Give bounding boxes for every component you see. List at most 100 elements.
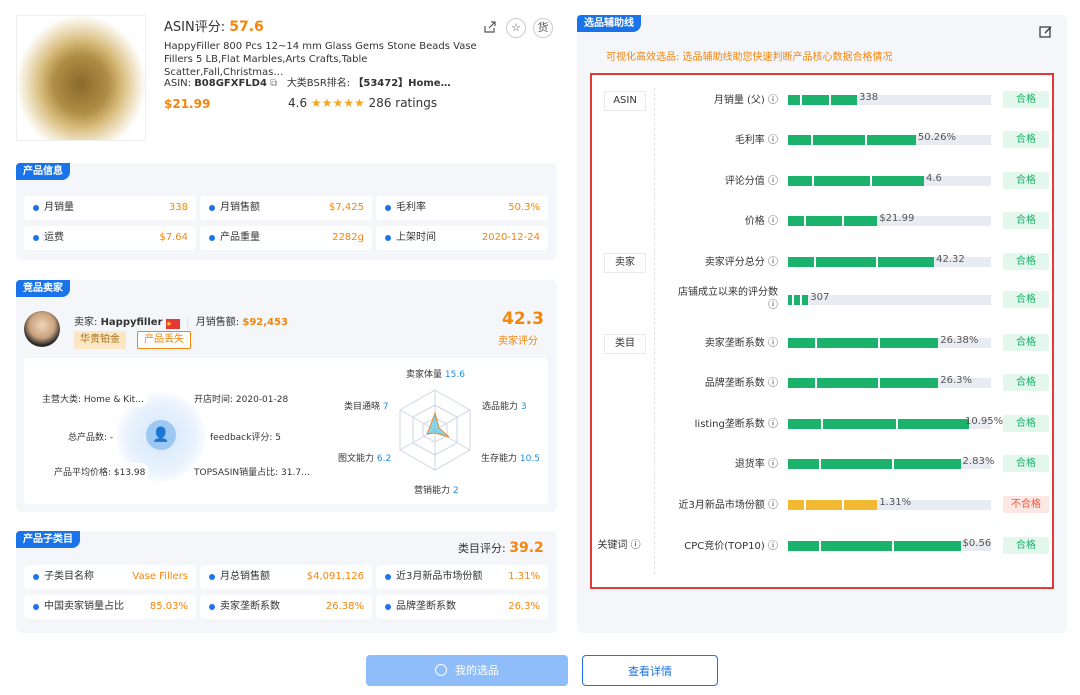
- info-label: 中国卖家销量占比: [44, 601, 124, 612]
- info-label: 品牌垄断系数: [396, 601, 456, 612]
- section-asin: ASIN: [604, 91, 646, 111]
- info-value: 338: [168, 202, 188, 213]
- asin-value: B08GFXFLD4: [194, 78, 267, 89]
- info-cell: 子类目名称 Vase Fillers: [24, 565, 196, 589]
- metric-value: 307: [810, 292, 830, 303]
- info-label: 上架时间: [396, 232, 436, 243]
- copy-icon[interactable]: ⧉: [270, 78, 277, 89]
- metric-track: [788, 459, 991, 469]
- share-icon[interactable]: [480, 18, 500, 38]
- seller-info-item: 总产品数: -: [64, 428, 118, 445]
- metric-status-badge: 合格: [1003, 172, 1049, 189]
- metric-tick: [819, 459, 821, 469]
- info-value: 26.38%: [325, 601, 364, 612]
- section-seller: 卖家: [604, 253, 646, 273]
- asin-row: ASIN: B08GFXFLD4 ⧉ 大类BSR排名: 【53472】Home…: [164, 78, 451, 89]
- metric-row: 价格 ⓘ $21.99 合格: [660, 209, 1050, 231]
- my-selection-button[interactable]: 我的选品: [366, 655, 568, 686]
- info-cell: 运费 $7.64: [24, 226, 196, 250]
- metric-tick: [896, 419, 898, 429]
- bullet-icon: [385, 574, 391, 580]
- info-value: 26.3%: [508, 601, 540, 612]
- metric-bar: [788, 216, 878, 226]
- rating-stars: ★★★★★: [310, 96, 365, 110]
- bullet-icon: [33, 574, 39, 580]
- info-cell: 月总销售额 $4,091,126: [200, 565, 372, 589]
- info-value: 85.03%: [149, 601, 188, 612]
- metric-status-badge: 不合格: [1003, 496, 1049, 513]
- selection-aid-tag: 选品辅助线: [577, 15, 641, 32]
- info-value: $7,425: [329, 202, 364, 213]
- info-label: 子类目名称: [44, 571, 94, 582]
- metric-value: 4.6: [926, 173, 942, 184]
- info-cell: 月销量 338: [24, 196, 196, 220]
- metric-value: $21.99: [879, 213, 915, 224]
- metric-row: 近3月新品市场份额 ⓘ 1.31% 不合格: [660, 493, 1050, 515]
- info-value: $7.64: [159, 232, 188, 243]
- bullet-icon: [33, 205, 39, 211]
- goods-icon[interactable]: 货: [533, 18, 553, 38]
- metric-row: CPC竞价(TOP10) ⓘ $0.56 合格: [660, 534, 1050, 556]
- seller-info-item: TOPSASIN销量占比: 31.7…: [190, 463, 315, 480]
- metric-tick: [815, 338, 817, 348]
- metric-tick: [878, 378, 880, 388]
- info-value: 2282g: [332, 232, 364, 243]
- metric-track: [788, 176, 991, 186]
- bullet-icon: [209, 205, 215, 211]
- seller-score: 42.3: [502, 309, 544, 329]
- info-cell: 月销售额 $7,425: [200, 196, 372, 220]
- info-label: 产品重量: [220, 232, 260, 243]
- seller-tag: 竞品卖家: [16, 280, 70, 297]
- star-icon[interactable]: ☆: [506, 18, 526, 38]
- metric-label: 毛利率 ⓘ: [734, 135, 778, 146]
- metric-label: 月销量 (父) ⓘ: [713, 95, 778, 106]
- metric-bar: [788, 419, 969, 429]
- metric-value: $0.56: [962, 538, 992, 549]
- metric-tick: [804, 216, 806, 226]
- subcategory-tag: 产品子类目: [16, 531, 80, 548]
- radar-label: 营销能力 2: [414, 486, 459, 496]
- metric-bar: [788, 500, 878, 510]
- metric-label: CPC竞价(TOP10) ⓘ: [684, 541, 778, 552]
- seller-info-item: 主营大类: Home & Kit…: [38, 390, 149, 407]
- metric-status-badge: 合格: [1003, 291, 1049, 308]
- seller-avatar[interactable]: [24, 311, 60, 347]
- metric-tick: [876, 257, 878, 267]
- seller-name[interactable]: Happyfiller: [101, 317, 163, 328]
- section-keyword: 关键词 ⓘ: [597, 540, 641, 551]
- product-image[interactable]: [16, 15, 146, 141]
- metric-label: 卖家垄断系数 ⓘ: [704, 338, 778, 349]
- metric-row: 毛利率 ⓘ 50.26% 合格: [660, 128, 1050, 150]
- bullet-icon: [209, 604, 215, 610]
- info-value: 1.31%: [508, 571, 540, 582]
- metric-status-badge: 合格: [1003, 537, 1049, 554]
- metric-bar: [788, 257, 935, 267]
- info-label: 月销售额: [220, 202, 260, 213]
- category-score: 类目评分: 39.2: [458, 540, 544, 556]
- bullet-icon: [33, 235, 39, 241]
- info-label: 运费: [44, 232, 64, 243]
- bullet-icon: [209, 235, 215, 241]
- view-details-button[interactable]: 查看详情: [582, 655, 718, 686]
- metric-status-badge: 合格: [1003, 334, 1049, 351]
- metric-tick: [811, 135, 813, 145]
- metric-row: 退货率 ⓘ 2.83% 合格: [660, 452, 1050, 474]
- product-price: $21.99: [164, 97, 211, 111]
- seller-sales: $92,453: [242, 317, 288, 328]
- seller-info-item: feedback评分: 5: [206, 428, 285, 445]
- rating: 4.6 ★★★★★ 286 ratings: [288, 96, 438, 110]
- radar-label: 生存能力 10.5: [481, 454, 540, 464]
- metric-row: 品牌垄断系数 ⓘ 26.3% 合格: [660, 371, 1050, 393]
- info-label: 月总销售额: [220, 571, 270, 582]
- metric-tick: [800, 95, 802, 105]
- metric-label: 退货率 ⓘ: [734, 459, 778, 470]
- selection-aid-subtitle: 可视化高效选品: 选品辅助线助您快速判断产品核心数据合格情况: [606, 52, 893, 63]
- edit-icon[interactable]: [1039, 24, 1053, 38]
- bullet-icon: [385, 205, 391, 211]
- metric-label: 评论分值 ⓘ: [724, 176, 778, 187]
- info-cell: 品牌垄断系数 26.3%: [376, 595, 548, 619]
- metric-status-badge: 合格: [1003, 415, 1049, 432]
- metric-track: [788, 419, 991, 429]
- metric-value: 2.83%: [962, 456, 995, 467]
- metric-value: 26.38%: [940, 335, 979, 346]
